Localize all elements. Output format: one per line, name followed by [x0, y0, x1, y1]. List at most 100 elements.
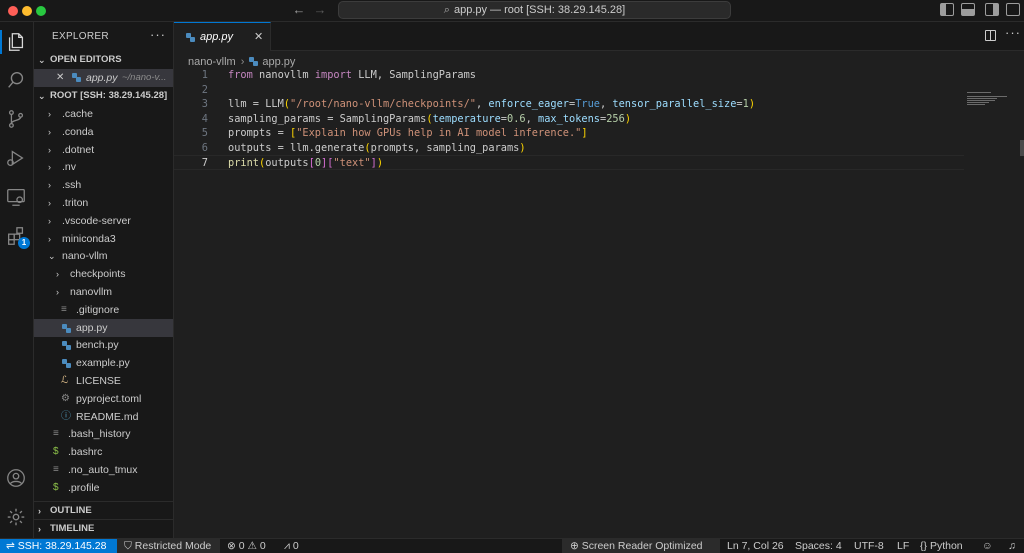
remote-label: SSH: 38.29.145.28 [17, 540, 107, 552]
tree-folder[interactable]: › .ssh [34, 176, 173, 194]
code-line[interactable]: 5 prompts = ["Explain how GPUs help in AI… [174, 126, 964, 141]
chevron-down-icon: ⌄ [48, 251, 56, 262]
tree-file[interactable]: ≡ .bash_history [34, 425, 173, 443]
code-token: sampling_params = SamplingParams [228, 112, 427, 125]
code-token: ) [624, 112, 632, 125]
tree-folder[interactable]: › nanovllm [34, 283, 173, 301]
code-line[interactable]: 1 from nanovllm import LLM, SamplingParam… [174, 68, 964, 83]
tree-file[interactable]: ⚙ pyproject.toml [34, 390, 173, 408]
remote-explorer-icon[interactable] [5, 186, 27, 208]
root-folder-header[interactable]: ⌄ ROOT [SSH: 38.29.145.28] [34, 87, 173, 105]
account-icon[interactable] [5, 467, 27, 489]
tree-folder[interactable]: › .vscode-server [34, 212, 173, 230]
code-token: print [228, 157, 259, 169]
screen-reader-label: Screen Reader Optimized [581, 540, 703, 552]
code-token: tensor_parallel_size [612, 98, 737, 110]
customize-layout-icon[interactable] [1006, 3, 1020, 16]
back-arrow-icon[interactable]: ← [291, 2, 307, 18]
source-control-icon[interactable] [5, 108, 27, 130]
chevron-right-icon: › [48, 144, 51, 155]
ports-indicator[interactable]: ⩘ 0 [284, 539, 299, 553]
end-of-line[interactable]: LF [897, 539, 909, 553]
split-editor-icon[interactable] [985, 30, 996, 41]
code-line[interactable]: 3 llm = LLM("/root/nano-vllm/checkpoints/… [174, 97, 964, 112]
tree-file[interactable]: ℒ LICENSE [34, 372, 173, 390]
manage-gear-icon[interactable] [5, 506, 27, 528]
editor-more-actions-icon[interactable]: ··· [1005, 25, 1021, 40]
line-number: 5 [201, 127, 208, 139]
code-token: nanovllm [252, 69, 315, 81]
minimap[interactable] [967, 68, 1007, 105]
tree-file[interactable]: example.py [34, 354, 173, 372]
tree-folder[interactable]: › .conda [34, 123, 173, 141]
cursor-position[interactable]: Ln 7, Col 26 [727, 539, 784, 553]
tree-file[interactable]: ≡ .no_auto_tmux [34, 461, 173, 479]
forward-arrow-icon[interactable]: → [312, 2, 328, 18]
tree-file[interactable]: app.py [34, 318, 173, 337]
extensions-badge: 1 [18, 237, 30, 249]
toggle-primary-sidebar-icon[interactable] [940, 3, 954, 16]
encoding[interactable]: UTF-8 [854, 539, 884, 553]
timeline-header[interactable]: › TIMELINE [34, 519, 173, 537]
notifications-bell-icon[interactable]: ♫ [1008, 539, 1016, 553]
breadcrumb-file[interactable]: app.py [262, 56, 295, 68]
outline-label: OUTLINE [50, 505, 92, 516]
tree-folder[interactable]: › .nv [34, 158, 173, 176]
tree-file[interactable]: ≡ .gitignore [34, 301, 173, 319]
tree-file[interactable]: ⓘ README.md [34, 408, 173, 426]
chevron-down-icon: ⌄ [38, 91, 46, 101]
tree-file[interactable]: $ .profile [34, 479, 173, 497]
screen-reader-indicator[interactable]: ⊕ Screen Reader Optimized [562, 539, 720, 553]
chevron-right-icon: › [38, 506, 41, 516]
tree-file[interactable]: bench.py [34, 336, 173, 354]
code-text: prompts = ["Explain how GPUs help in AI … [228, 126, 588, 141]
breadcrumb-folder[interactable]: nano-vllm [188, 56, 236, 68]
code-token: llm = LLM [228, 98, 284, 110]
tree-folder[interactable]: › miniconda3 [34, 230, 173, 248]
scrollbar-thumb[interactable] [1020, 140, 1024, 156]
search-icon[interactable] [5, 69, 27, 91]
tree-folder[interactable]: ⌄ nano-vllm [34, 247, 173, 265]
indentation[interactable]: Spaces: 4 [795, 539, 842, 553]
open-editors-header[interactable]: ⌄ OPEN EDITORS [34, 51, 173, 69]
code-line[interactable]: 4 sampling_params = SamplingParams(temper… [174, 112, 964, 127]
minimap-line [967, 100, 995, 101]
toggle-panel-icon[interactable] [961, 3, 975, 16]
close-window-button[interactable] [8, 6, 18, 16]
code-token: prompts, sampling_params [370, 141, 520, 154]
line-number: 1 [201, 69, 208, 81]
language-mode[interactable]: {} Python [920, 539, 963, 553]
command-center[interactable]: ⌕ app.py — root [SSH: 38.29.145.28] [338, 1, 731, 19]
open-editor-item[interactable]: ✕ app.py ~/nano-v... [34, 69, 173, 87]
code-line[interactable]: 2 [174, 83, 964, 98]
minimize-window-button[interactable] [22, 6, 32, 16]
problems-indicator[interactable]: ⊗ 0 ⚠ 0 [227, 539, 266, 553]
copilot-icon[interactable]: ☺ [982, 539, 993, 553]
code-token: True [575, 98, 600, 110]
outline-header[interactable]: › OUTLINE [34, 501, 173, 519]
tree-file[interactable]: $ .bashrc [34, 443, 173, 461]
maximize-window-button[interactable] [36, 6, 46, 16]
tab-app-py[interactable]: app.py ✕ [174, 22, 271, 51]
tree-folder[interactable]: › .dotnet [34, 141, 173, 159]
tree-folder[interactable]: › .triton [34, 194, 173, 212]
code-line[interactable]: 6 outputs = llm.generate(prompts, samplin… [174, 141, 964, 156]
more-actions-icon[interactable]: ··· [150, 27, 166, 42]
remote-indicator[interactable]: ⇌ SSH: 38.29.145.28 [0, 539, 117, 553]
close-editor-icon[interactable]: ✕ [56, 69, 64, 87]
braces-icon: {} [920, 540, 930, 552]
tree-item-label: nano-vllm [62, 250, 108, 263]
tree-folder[interactable]: › checkpoints [34, 265, 173, 283]
tree-item-label: example.py [76, 357, 130, 370]
python-file-icon [62, 323, 71, 333]
code-line[interactable]: 7 print(outputs[0]["text"]) [174, 155, 964, 170]
shell-file-icon: $ [53, 446, 59, 458]
explorer-icon[interactable] [5, 31, 27, 53]
close-tab-icon[interactable]: ✕ [254, 30, 263, 43]
python-file-icon [62, 359, 71, 369]
toggle-secondary-sidebar-icon[interactable] [985, 3, 999, 16]
tree-folder[interactable]: › .cache [34, 105, 173, 123]
restricted-mode-indicator[interactable]: ⛉ Restricted Mode [117, 539, 220, 553]
run-debug-icon[interactable] [5, 147, 27, 169]
extensions-icon[interactable]: 1 [5, 225, 30, 249]
